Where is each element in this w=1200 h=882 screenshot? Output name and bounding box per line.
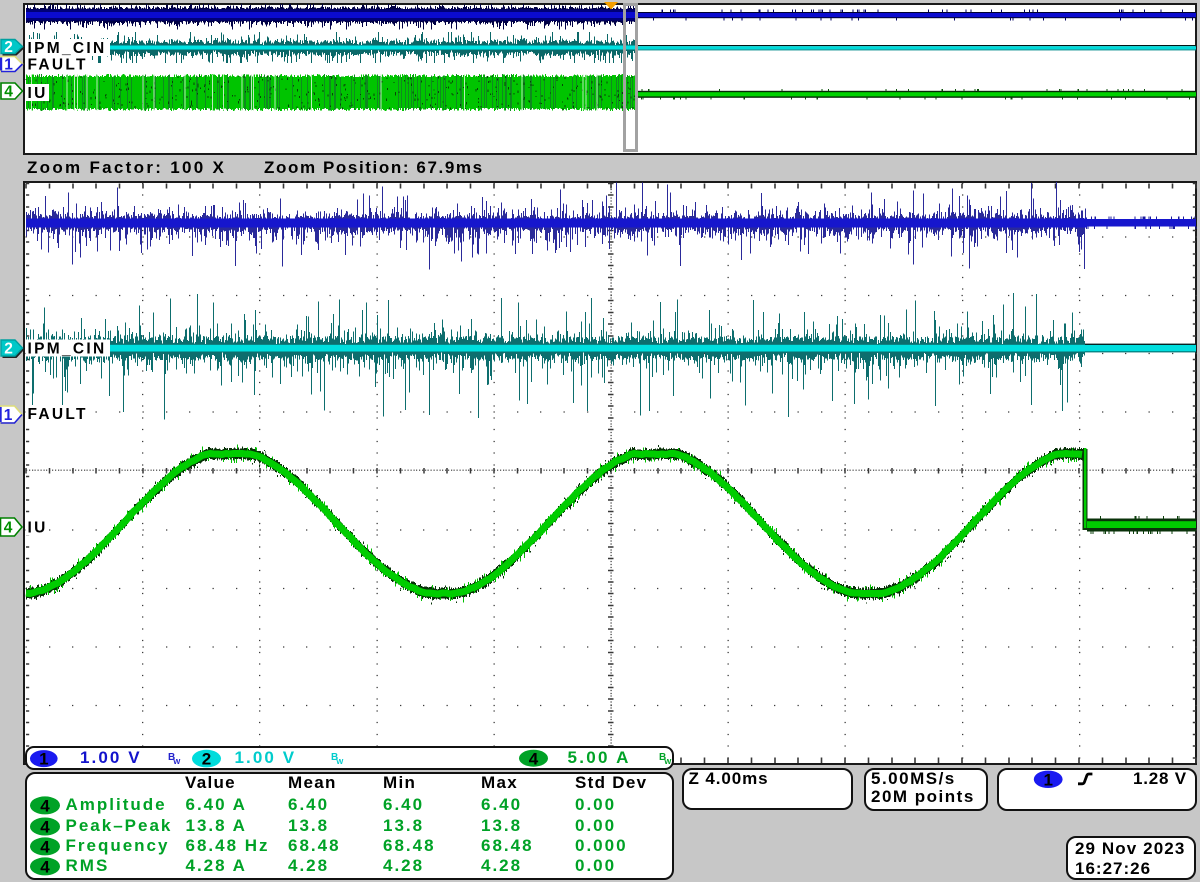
svg-text:4: 4 [40, 838, 50, 857]
svg-text:1: 1 [39, 750, 48, 769]
svg-text:W: W [664, 757, 672, 766]
svg-text:4: 4 [40, 797, 50, 816]
svg-text:4: 4 [40, 818, 50, 837]
svg-text:2: 2 [202, 750, 211, 769]
svg-text:4: 4 [529, 749, 539, 768]
svg-text:W: W [336, 757, 344, 766]
svg-text:1: 1 [1043, 770, 1052, 789]
svg-text:W: W [173, 757, 181, 766]
svg-text:4: 4 [40, 858, 50, 877]
